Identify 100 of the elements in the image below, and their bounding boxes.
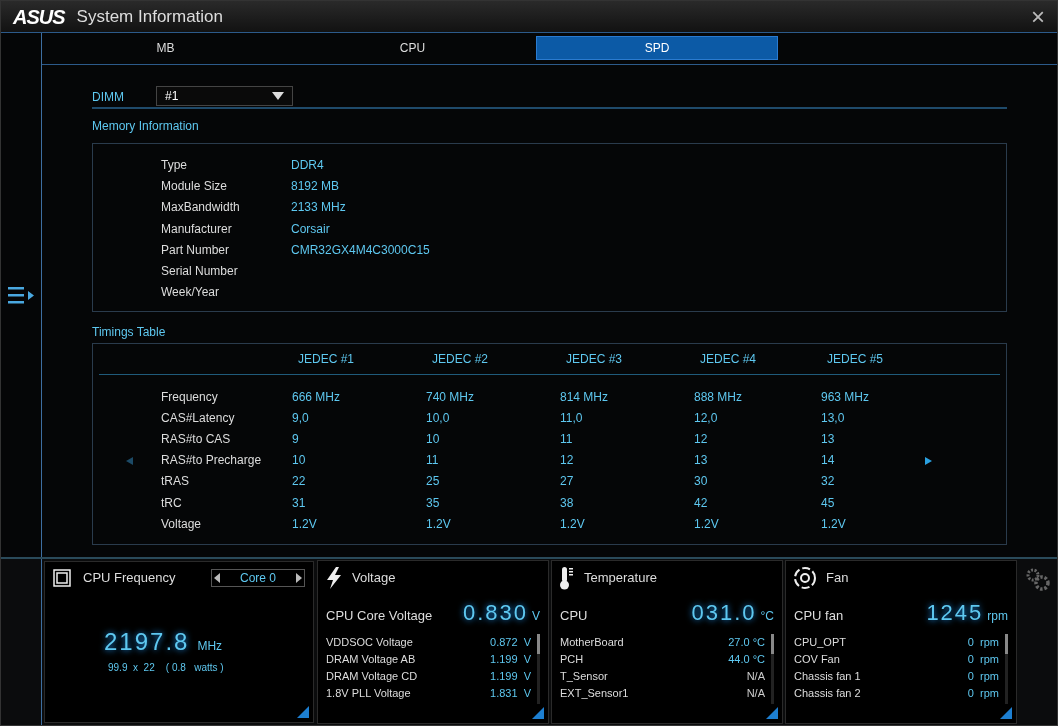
right-arrow-icon[interactable] bbox=[925, 457, 932, 465]
sensor-label: COV Fan bbox=[794, 652, 840, 668]
info-value: 8192 MB bbox=[291, 177, 340, 195]
scrollbar[interactable] bbox=[537, 634, 540, 704]
timing-value: 11,0 bbox=[560, 409, 584, 427]
sensor-value: N/A bbox=[746, 669, 765, 685]
section-title: Timings Table bbox=[92, 324, 167, 341]
info-label: Week/Year bbox=[161, 284, 221, 302]
sensor-label: MotherBoard bbox=[560, 635, 624, 651]
corner-marker-icon[interactable] bbox=[1000, 707, 1012, 719]
timing-value: 10 bbox=[292, 452, 307, 470]
caret-icon bbox=[272, 91, 284, 100]
timing-value: 11 bbox=[426, 452, 440, 470]
column-header: JEDEC #2 bbox=[432, 351, 490, 368]
menu-icon[interactable] bbox=[8, 285, 34, 305]
timing-value: 13 bbox=[821, 430, 836, 448]
corner-marker-icon[interactable] bbox=[532, 707, 544, 719]
core-selector[interactable]: Core 0 bbox=[211, 568, 305, 587]
column-header: JEDEC #1 bbox=[298, 351, 356, 368]
timing-value: 963 MHz bbox=[821, 388, 871, 406]
settings-icon[interactable] bbox=[1024, 567, 1051, 591]
timing-value: 10 bbox=[426, 430, 441, 448]
timing-value: 32 bbox=[821, 473, 836, 491]
sensor-value: 44.0 °C bbox=[728, 652, 765, 668]
timing-label: RAS#to CAS bbox=[161, 430, 232, 448]
big-reading: 0.830 bbox=[462, 599, 528, 627]
info-label: Module Size bbox=[161, 177, 229, 195]
lightning-icon bbox=[326, 567, 342, 589]
close-button[interactable]: × bbox=[1031, 4, 1045, 29]
sensor-label: DRAM Voltage AB bbox=[326, 652, 416, 668]
timing-value: 814 MHz bbox=[560, 388, 610, 406]
sensor-value: 0 rpm bbox=[967, 635, 999, 651]
unit-label: MHz bbox=[197, 637, 223, 655]
timing-value: 1.2V bbox=[821, 515, 847, 533]
timing-value: 45 bbox=[821, 494, 836, 512]
right-arrow-icon[interactable] bbox=[296, 572, 302, 583]
sensor-value: 1.199 V bbox=[490, 669, 531, 685]
info-value: 2133 MHz bbox=[291, 199, 346, 217]
corner-marker-icon[interactable] bbox=[297, 706, 309, 718]
sensor-value: 0 rpm bbox=[967, 652, 999, 668]
column-header: JEDEC #4 bbox=[700, 351, 758, 368]
timing-label: tRC bbox=[161, 494, 183, 512]
timing-value: 12 bbox=[694, 430, 709, 448]
dimm-dropdown[interactable]: #1 bbox=[156, 85, 293, 106]
logo: ASUS bbox=[13, 4, 65, 30]
timing-value: 12 bbox=[560, 452, 575, 470]
timing-value: 666 MHz bbox=[292, 388, 342, 406]
sensor-label: Chassis fan 2 bbox=[794, 686, 861, 702]
sensor-label: VDDSOC Voltage bbox=[326, 635, 413, 651]
info-value: Corsair bbox=[291, 220, 330, 238]
reading-label: CPU Core Voltage bbox=[326, 607, 433, 625]
timing-value: 13 bbox=[694, 452, 709, 470]
timing-value: 10,0 bbox=[426, 409, 451, 427]
sensor-label: Chassis fan 1 bbox=[794, 669, 861, 685]
unit-label: °C bbox=[760, 608, 774, 625]
timing-value: 12,0 bbox=[694, 409, 719, 427]
panel-title: Temperature bbox=[584, 569, 657, 588]
scrollbar[interactable] bbox=[771, 634, 774, 704]
panel-title: Fan bbox=[826, 569, 849, 588]
timing-value: 25 bbox=[426, 473, 441, 491]
timing-value: 27 bbox=[560, 473, 575, 491]
left-arrow-icon[interactable] bbox=[214, 572, 220, 583]
info-value: CMR32GX4M4C3000C15 bbox=[291, 241, 430, 259]
sensor-value: 27.0 °C bbox=[728, 635, 765, 651]
column-header: JEDEC #5 bbox=[827, 351, 885, 368]
sensor-value: 0 rpm bbox=[967, 686, 999, 702]
tab[interactable]: SPD bbox=[536, 36, 778, 60]
sensor-value: 1.831 V bbox=[490, 686, 531, 702]
sensor-label: CPU_OPT bbox=[794, 635, 846, 651]
info-value: DDR4 bbox=[291, 156, 324, 174]
timing-value: 1.2V bbox=[292, 515, 318, 533]
reading-label: CPU bbox=[560, 607, 588, 625]
sensor-value: 0 rpm bbox=[967, 669, 999, 685]
sensor-value: 0.872 V bbox=[490, 635, 531, 651]
panel-title: CPU Frequency bbox=[83, 569, 176, 587]
window-title: System Information bbox=[76, 5, 224, 28]
info-label: Manufacturer bbox=[161, 220, 233, 238]
sensor-label: PCH bbox=[560, 652, 584, 668]
info-label: Type bbox=[161, 156, 188, 174]
timing-value: 35 bbox=[426, 494, 441, 512]
timing-label: RAS#to Precharge bbox=[161, 452, 263, 470]
big-reading: 031.0 bbox=[691, 599, 757, 627]
sensor-label: T_Sensor bbox=[560, 669, 608, 685]
timing-value: 1.2V bbox=[560, 515, 586, 533]
timing-value: 1.2V bbox=[426, 515, 452, 533]
corner-marker-icon[interactable] bbox=[766, 707, 778, 719]
tab[interactable]: MB bbox=[42, 36, 289, 60]
sensor-label: 1.8V PLL Voltage bbox=[326, 686, 411, 702]
timing-label: tRAS bbox=[161, 473, 190, 491]
timing-value: 42 bbox=[694, 494, 709, 512]
info-label: MaxBandwidth bbox=[161, 199, 241, 217]
tab[interactable]: CPU bbox=[289, 36, 536, 60]
timing-value: 38 bbox=[560, 494, 575, 512]
column-header: JEDEC #3 bbox=[566, 351, 624, 368]
unit-label: rpm bbox=[987, 608, 1008, 625]
timing-value: 1.2V bbox=[694, 515, 720, 533]
sensor-value: 1.199 V bbox=[490, 652, 531, 668]
big-reading: 1245 bbox=[926, 599, 984, 627]
timing-value: 13,0 bbox=[821, 409, 846, 427]
scrollbar[interactable] bbox=[1005, 634, 1008, 704]
